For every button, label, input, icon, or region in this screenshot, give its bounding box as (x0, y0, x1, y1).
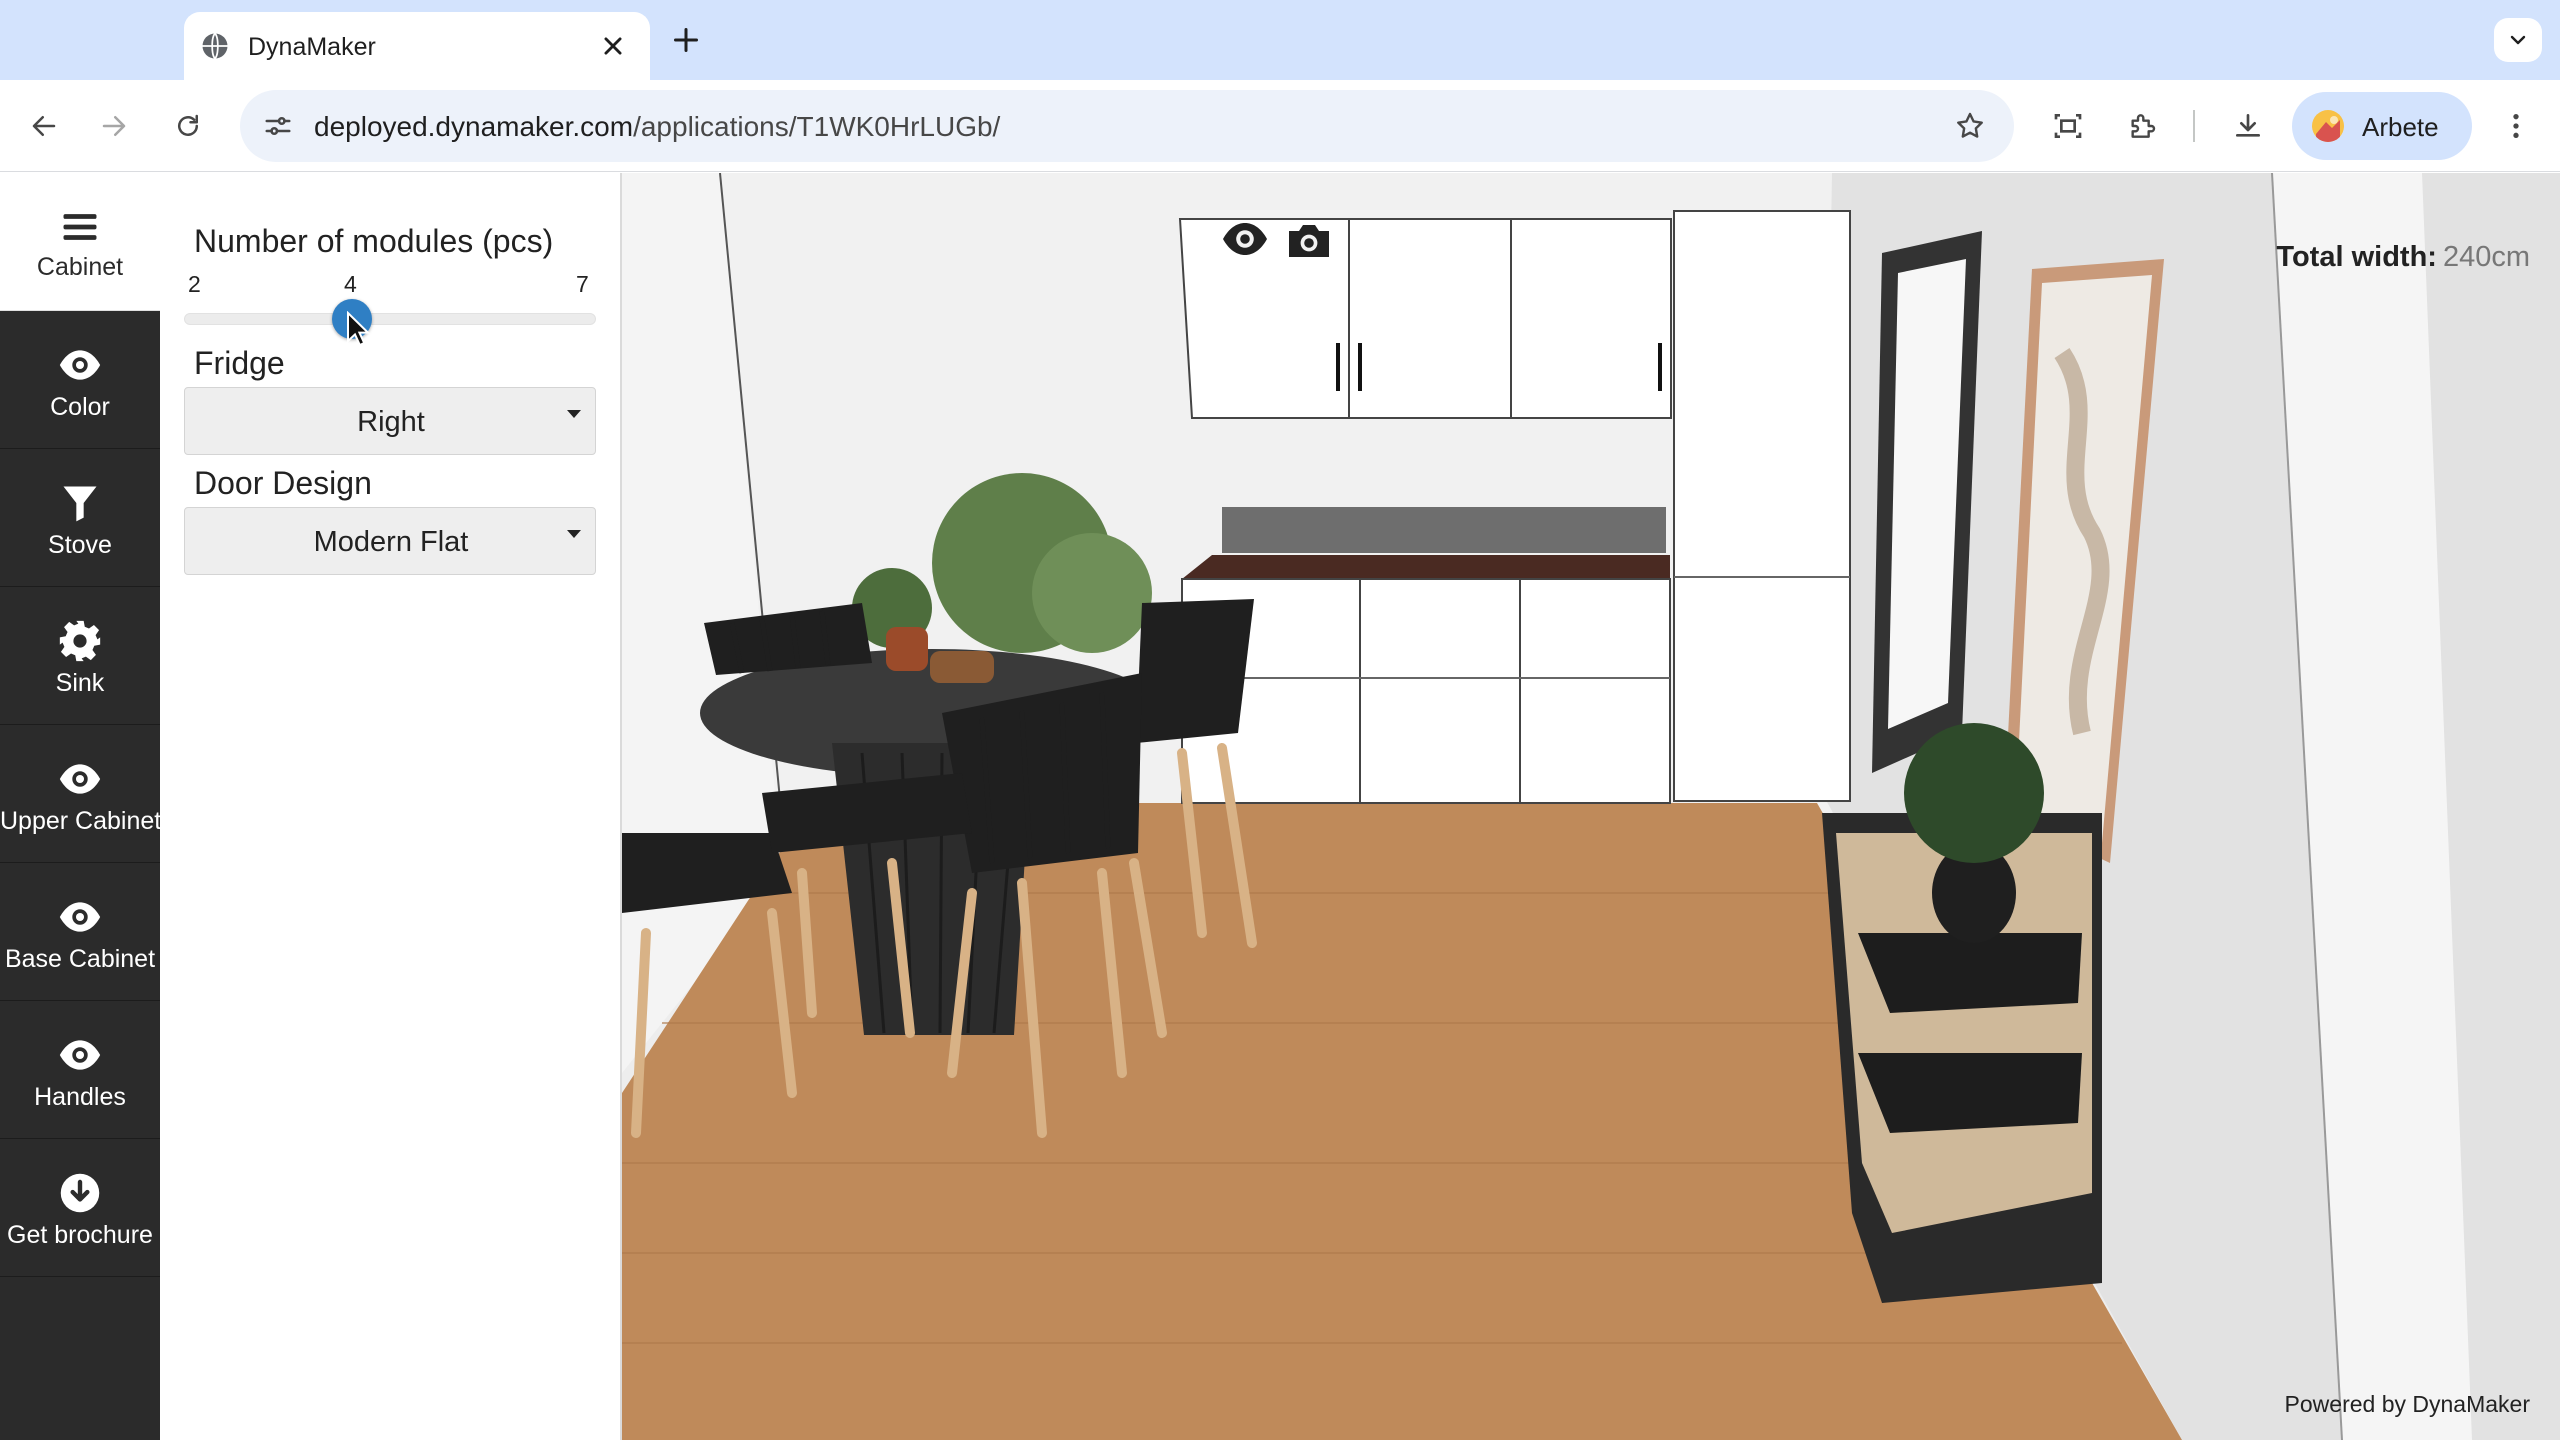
mouse-pointer-icon (347, 311, 371, 347)
sidebar-item-label: Get brochure (7, 1221, 153, 1249)
downloads-button[interactable] (2226, 104, 2270, 148)
sidebar-item-label: Color (50, 393, 110, 421)
chevron-down-icon (2510, 35, 2526, 45)
kebab-menu-icon (2513, 114, 2519, 138)
reload-button[interactable] (166, 104, 210, 148)
tab-search-button[interactable] (2494, 18, 2542, 62)
download-icon (2236, 114, 2260, 137)
modules-slider[interactable] (184, 313, 596, 325)
arrow-left-icon (32, 116, 56, 136)
fridge-select-value: Right (357, 406, 425, 438)
kitchen-3d-render (622, 173, 2560, 1440)
modules-label: Number of modules (pcs) (194, 223, 554, 259)
close-icon[interactable] (596, 29, 630, 63)
browser-tabstrip: DynaMaker (0, 0, 2560, 80)
slider-max-label: 7 (576, 271, 589, 297)
site-info-button[interactable] (258, 106, 298, 146)
eye-icon (59, 1040, 101, 1070)
settings-panel: Number of modules (pcs) 2 4 7 Fridge Rig… (160, 173, 622, 1440)
toolbar-separator (2193, 110, 2195, 142)
screen-capture-icon (2054, 114, 2082, 138)
sidebar-item-get-brochure[interactable]: Get brochure (0, 1139, 160, 1277)
forward-button[interactable] (92, 104, 136, 148)
3d-viewport[interactable]: Total width: 240cm Powered by DynaMaker (622, 173, 2560, 1440)
profile-button[interactable]: Arbete (2292, 92, 2472, 160)
door-design-select[interactable]: Modern Flat (184, 507, 596, 575)
menu-icon (63, 214, 97, 240)
funnel-icon (63, 486, 97, 522)
screen-capture-button[interactable] (2046, 104, 2090, 148)
total-width-label: Total width: (2276, 241, 2437, 273)
caret-down-icon (567, 530, 581, 538)
tune-icon (265, 117, 291, 136)
eye-icon[interactable] (1220, 217, 1270, 261)
sidebar-item-base-cabinet[interactable]: Base Cabinet (0, 863, 160, 1001)
slider-value-label: 4 (344, 271, 357, 297)
fridge-select[interactable]: Right (184, 387, 596, 455)
sidebar-item-sink[interactable]: Sink (0, 587, 160, 725)
new-tab-icon[interactable] (668, 22, 704, 58)
camera-icon[interactable] (1284, 217, 1334, 261)
tab-title: DynaMaker (248, 33, 376, 61)
sidebar-item-label: Sink (55, 669, 105, 697)
browser-tab[interactable]: DynaMaker (184, 12, 650, 80)
sidebar-item-cabinet[interactable]: Cabinet (0, 173, 160, 311)
arrow-right-icon (102, 116, 126, 136)
url-path: /applications/T1WK0HrLUGb/ (633, 111, 1001, 142)
browser-toolbar: deployed.dynamaker.com/applications/T1WK… (0, 80, 2560, 172)
puzzle-icon (2131, 114, 2156, 138)
sidebar-item-label: Upper Cabinet (0, 807, 162, 835)
back-button[interactable] (22, 104, 66, 148)
eye-icon (59, 764, 101, 794)
sidebar-item-stove[interactable]: Stove (0, 449, 160, 587)
star-icon (1957, 112, 1983, 138)
slider-min-label: 2 (188, 271, 201, 297)
door-design-label: Door Design (194, 465, 372, 501)
globe-icon (202, 32, 228, 60)
sidebar-item-label: Base Cabinet (4, 945, 156, 973)
sidebar-item-color[interactable]: Color (0, 311, 160, 449)
bookmark-button[interactable] (1950, 106, 1990, 146)
sidebar-item-label: Cabinet (36, 253, 124, 281)
url-text[interactable]: deployed.dynamaker.com/applications/T1WK… (314, 111, 1000, 143)
fridge-label: Fridge (194, 345, 285, 381)
total-width-value: 240cm (2442, 241, 2530, 273)
reload-icon (178, 114, 198, 136)
gear-icon (59, 620, 101, 662)
browser-menu-button[interactable] (2494, 104, 2538, 148)
download-circle-icon (60, 1173, 100, 1213)
sidebar-item-label: Stove (48, 531, 112, 559)
profile-label: Arbete (2362, 112, 2439, 142)
powered-by-label: Powered by DynaMaker (2284, 1391, 2530, 1417)
sidebar-item-upper-cabinet[interactable]: Upper Cabinet (0, 725, 162, 863)
url-host: deployed.dynamaker.com (314, 111, 634, 142)
eye-icon (59, 902, 101, 932)
caret-down-icon (567, 410, 581, 418)
sidebar-item-label: Handles (34, 1083, 126, 1111)
door-design-select-value: Modern Flat (313, 526, 469, 558)
extensions-button[interactable] (2120, 104, 2164, 148)
sidebar: Cabinet Color Stove Sink Upper Cabinet B… (0, 173, 162, 1440)
avatar (2312, 110, 2344, 142)
configurator-app: Cabinet Color Stove Sink Upper Cabinet B… (0, 173, 2560, 1440)
address-bar[interactable]: deployed.dynamaker.com/applications/T1WK… (240, 90, 2014, 162)
eye-icon (59, 350, 101, 380)
total-width-readout: Total width: 240cm (2276, 241, 2530, 274)
sidebar-item-handles[interactable]: Handles (0, 1001, 160, 1139)
